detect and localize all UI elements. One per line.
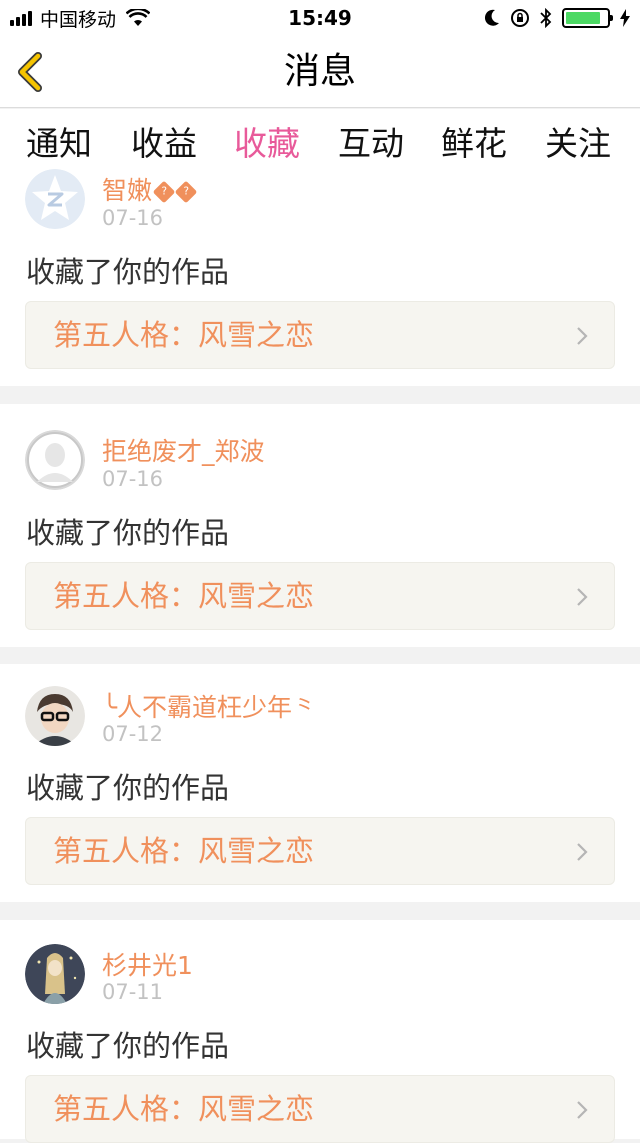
avatar[interactable] (25, 944, 85, 1004)
back-button[interactable] (12, 50, 56, 94)
list-item: ╰人不霸道枉少年⺀ 07-12 收藏了你的作品 第五人格：风雪之恋 (0, 664, 640, 902)
tab-notifications[interactable]: 通知 (26, 117, 92, 165)
message-date: 07-12 (102, 722, 164, 746)
list-item: 智嫩?? 07-16 收藏了你的作品 第五人格：风雪之恋 (0, 169, 640, 386)
tab-bar: 通知 收益 收藏 互动 鲜花 关注 (0, 109, 640, 179)
chevron-right-icon (577, 327, 588, 345)
qq-star-avatar-icon (25, 169, 85, 229)
chevron-right-icon (577, 843, 588, 861)
rotation-lock-icon (511, 9, 529, 27)
battery-icon (562, 8, 613, 28)
work-link[interactable]: 第五人格：风雪之恋 (25, 1075, 615, 1143)
username[interactable]: 智嫩?? (102, 171, 198, 207)
action-text: 收藏了你的作品 (26, 255, 230, 289)
action-text: 收藏了你的作品 (26, 516, 230, 550)
username[interactable]: 杉井光1 (102, 946, 193, 982)
avatar[interactable] (25, 169, 85, 229)
message-date: 07-16 (102, 206, 164, 230)
action-text: 收藏了你的作品 (26, 771, 230, 805)
bluetooth-icon (540, 8, 552, 28)
action-text: 收藏了你的作品 (26, 1029, 230, 1063)
list-item: 拒绝废才_郑波 07-16 收藏了你的作品 第五人格：风雪之恋 (0, 404, 640, 647)
list-item: 杉井光1 07-11 收藏了你的作品 第五人格：风雪之恋 (0, 920, 640, 1143)
message-date: 07-16 (102, 467, 164, 491)
photo-avatar-icon (25, 686, 85, 746)
illustration-avatar-icon (25, 944, 85, 1004)
message-date: 07-11 (102, 980, 164, 1004)
moon-icon (484, 9, 499, 26)
work-title: 第五人格：风雪之恋 (53, 579, 315, 613)
emoji-badge: ? (174, 180, 198, 204)
work-title: 第五人格：风雪之恋 (53, 318, 315, 352)
username[interactable]: 拒绝废才_郑波 (102, 432, 265, 468)
charging-icon (620, 9, 630, 27)
battery-fill (566, 12, 600, 24)
status-bar: 中国移动 15:49 (0, 0, 640, 36)
nav-bar: 消息 (0, 36, 640, 108)
tab-interactions[interactable]: 互动 (338, 117, 404, 165)
chevron-left-icon (18, 52, 42, 92)
tab-earnings[interactable]: 收益 (131, 117, 197, 165)
work-link[interactable]: 第五人格：风雪之恋 (25, 817, 615, 885)
status-right (474, 6, 630, 30)
work-title: 第五人格：风雪之恋 (53, 1092, 315, 1126)
page-title: 消息 (283, 51, 356, 92)
chevron-right-icon (577, 1101, 588, 1119)
emoji-badge: ? (152, 180, 176, 204)
work-link[interactable]: 第五人格：风雪之恋 (25, 301, 615, 369)
avatar[interactable] (25, 686, 85, 746)
tab-favorites[interactable]: 收藏 (234, 117, 300, 179)
work-link[interactable]: 第五人格：风雪之恋 (25, 562, 615, 630)
default-avatar-icon (25, 430, 85, 490)
chevron-right-icon (577, 588, 588, 606)
tab-follows[interactable]: 关注 (545, 117, 611, 165)
avatar[interactable] (25, 430, 85, 490)
username[interactable]: ╰人不霸道枉少年⺀ (102, 688, 317, 724)
tab-flowers[interactable]: 鲜花 (441, 117, 507, 165)
work-title: 第五人格：风雪之恋 (53, 834, 315, 868)
